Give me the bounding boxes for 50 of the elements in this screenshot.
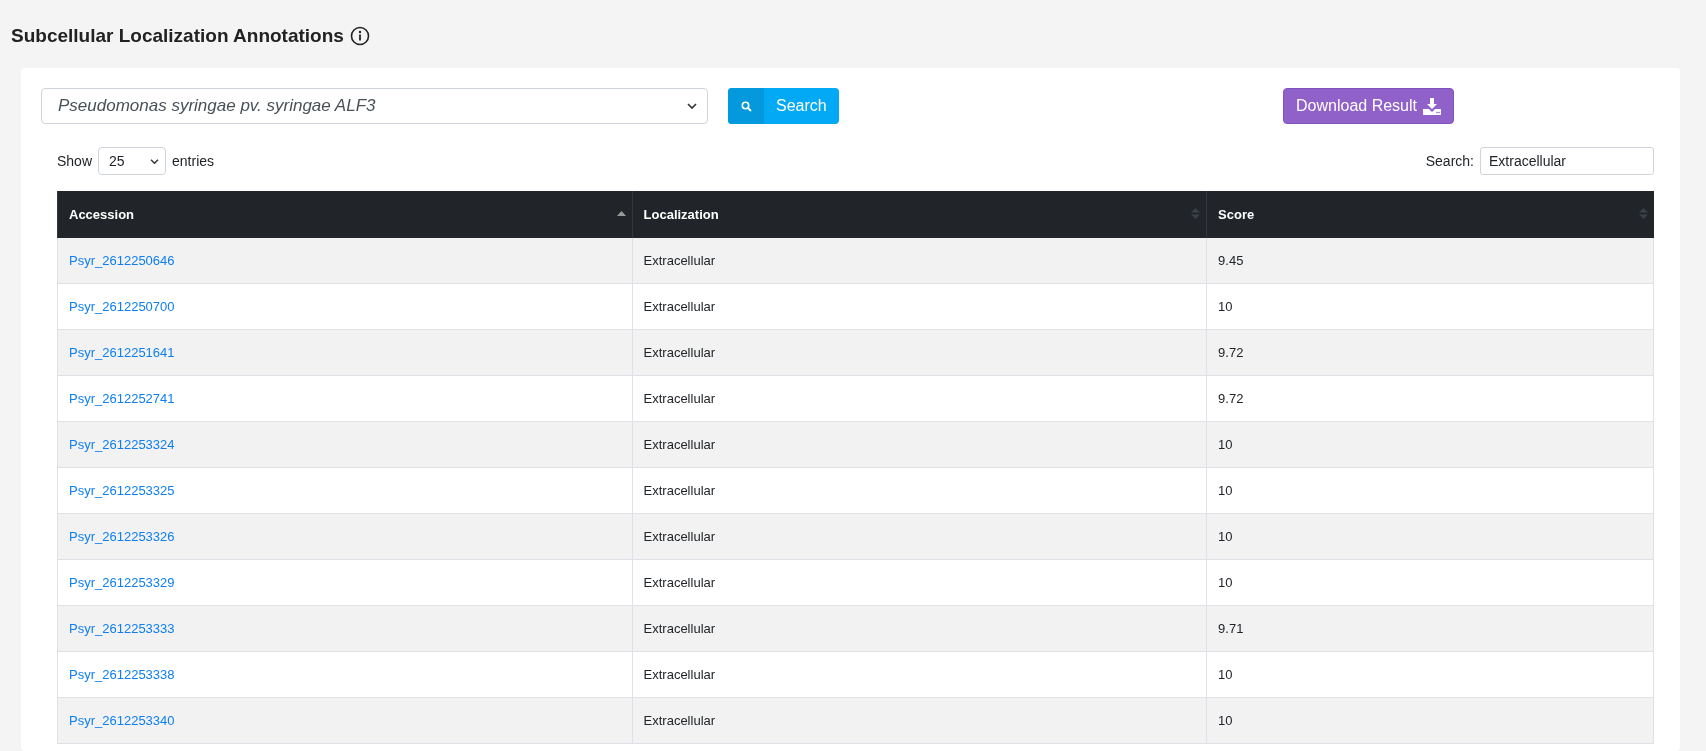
search-button[interactable]: Search — [728, 88, 839, 124]
table-cell: 10 — [1206, 421, 1654, 468]
accession-link[interactable]: Psyr_2612250646 — [69, 253, 175, 268]
entries-label: entries — [172, 153, 215, 169]
table-cell: Extracellular — [632, 651, 1207, 698]
chevron-down-icon — [150, 157, 160, 165]
table-cell: Extracellular — [632, 467, 1207, 514]
table-cell: Extracellular — [632, 283, 1207, 330]
download-button[interactable]: Download Result — [1283, 88, 1454, 124]
table-cell: 9.71 — [1206, 605, 1654, 652]
table-cell: Extracellular — [632, 697, 1207, 744]
accession-link[interactable]: Psyr_2612253329 — [69, 575, 175, 590]
accession-link[interactable]: Psyr_2612253340 — [69, 713, 175, 728]
accession-link[interactable]: Psyr_2612253326 — [69, 529, 175, 544]
accession-link[interactable]: Psyr_2612253333 — [69, 621, 175, 636]
table-cell: 9.45 — [1206, 238, 1654, 284]
table-cell: 10 — [1206, 697, 1654, 744]
search-field[interactable]: Extracellular — [1480, 147, 1654, 175]
accession-link[interactable]: Psyr_2612251641 — [69, 345, 175, 360]
organism-dropdown[interactable]: Pseudomonas syringae pv. syringae ALF3 — [41, 88, 708, 124]
table-cell: 10 — [1206, 467, 1654, 514]
table-cell: 10 — [1206, 559, 1654, 606]
table-cell: Extracellular — [632, 605, 1207, 652]
accession-link[interactable]: Psyr_2612253324 — [69, 437, 175, 452]
table-cell: 10 — [1206, 651, 1654, 698]
column-header[interactable]: Score — [1206, 191, 1654, 238]
table-cell: Extracellular — [632, 559, 1207, 606]
search-icon — [740, 100, 752, 112]
page-title: Subcellular Localization Annotations — [11, 25, 344, 47]
entries-dropdown[interactable]: 25 — [98, 147, 167, 175]
table-cell: Extracellular — [632, 238, 1207, 284]
table-cell: Extracellular — [632, 375, 1207, 422]
column-header[interactable]: Accession — [57, 191, 633, 238]
table-cell: Extracellular — [632, 421, 1207, 468]
table-cell: Extracellular — [632, 329, 1207, 376]
table-cell: 9.72 — [1206, 375, 1654, 422]
accession-link[interactable]: Psyr_2612253325 — [69, 483, 175, 498]
info-icon[interactable] — [349, 26, 370, 46]
column-header[interactable]: Localization — [632, 191, 1207, 238]
accession-link[interactable]: Psyr_2612253338 — [69, 667, 175, 682]
show-label: Show — [57, 153, 93, 169]
accession-link[interactable]: Psyr_2612250700 — [69, 299, 175, 314]
table-cell: 9.72 — [1206, 329, 1654, 376]
table-cell: Extracellular — [632, 513, 1207, 560]
chevron-down-icon — [687, 102, 697, 110]
download-icon — [1423, 97, 1441, 115]
table-cell: 10 — [1206, 513, 1654, 560]
table-cell: 10 — [1206, 283, 1654, 330]
accession-link[interactable]: Psyr_2612252741 — [69, 391, 175, 406]
search-label: Search: — [1425, 153, 1474, 169]
